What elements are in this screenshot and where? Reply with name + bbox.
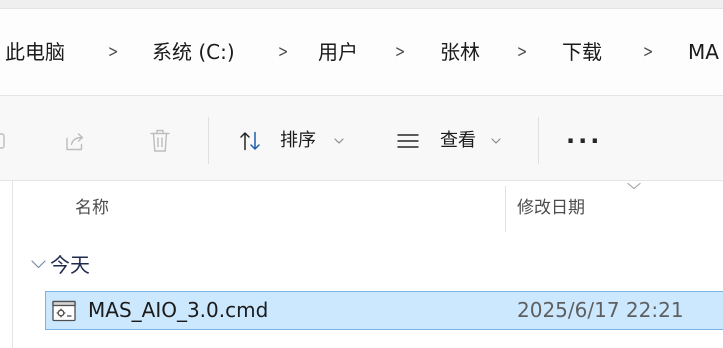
- file-name: MAS_AIO_3.0.cmd: [88, 298, 269, 322]
- command-bar-divider: [208, 117, 209, 164]
- file-row-selected[interactable]: MAS_AIO_3.0.cmd 2025/6/17 22:21: [45, 291, 723, 330]
- sort-label: 排序: [280, 130, 316, 151]
- column-header-row: 名称 修改日期: [13, 181, 723, 233]
- column-header-modified-label: 修改日期: [517, 198, 585, 218]
- share-icon: [66, 133, 84, 151]
- breadcrumb-item-this-pc[interactable]: 此电脑: [5, 38, 65, 66]
- more-icon: ···: [566, 127, 603, 155]
- file-explorer: 此电脑 > 系统 (C:) > 用户 > 张林 > 下载 > MA 排序 查看 …: [0, 0, 723, 348]
- group-label: 今天: [50, 253, 90, 277]
- more-options-button[interactable]: ···: [558, 122, 606, 160]
- address-bar[interactable]: 此电脑 > 系统 (C:) > 用户 > 张林 > 下载 > MA: [0, 9, 723, 96]
- cmd-file-icon: [52, 300, 76, 322]
- file-modified-date: 2025/6/17 22:21: [517, 298, 684, 322]
- breadcrumb-separator[interactable]: >: [278, 38, 288, 66]
- command-bar-divider: [538, 117, 539, 164]
- sort-indicator-icon: [627, 182, 641, 190]
- breadcrumb-separator[interactable]: >: [108, 38, 118, 66]
- delete-icon: [150, 129, 170, 152]
- sort-button[interactable]: 排序: [230, 122, 354, 160]
- breadcrumb-separator[interactable]: >: [517, 38, 527, 66]
- breadcrumb-separator[interactable]: >: [643, 38, 653, 66]
- breadcrumb-item-user-folder[interactable]: 张林: [440, 38, 480, 66]
- file-list-pane: 名称 修改日期 今天 MAS_AIO_3.0.cmd 2025/6/17 22:…: [0, 181, 723, 348]
- chevron-down-icon: [334, 138, 344, 144]
- delete-button[interactable]: [141, 122, 179, 160]
- view-label: 查看: [440, 130, 476, 151]
- command-bar: 排序 查看 ···: [0, 96, 723, 181]
- rename-button[interactable]: [0, 122, 5, 160]
- view-icon: [397, 134, 419, 148]
- rename-icon: [0, 133, 5, 149]
- column-header-name[interactable]: 名称: [13, 181, 505, 233]
- column-header-modified[interactable]: 修改日期: [506, 181, 723, 233]
- chevron-down-icon: [491, 138, 501, 144]
- breadcrumb-item-system-drive[interactable]: 系统 (C:): [152, 38, 235, 66]
- sort-icon: [240, 131, 260, 151]
- share-button[interactable]: [56, 122, 94, 160]
- breadcrumb-item-users[interactable]: 用户: [318, 38, 358, 66]
- breadcrumb-item-current-folder[interactable]: MA: [688, 38, 719, 66]
- column-header-name-label: 名称: [75, 198, 109, 218]
- group-header-today[interactable]: 今天: [24, 250, 184, 280]
- breadcrumb-item-downloads[interactable]: 下载: [562, 38, 602, 66]
- view-button[interactable]: 查看: [389, 122, 507, 160]
- breadcrumb-separator[interactable]: >: [395, 38, 405, 66]
- window-top-edge: [0, 0, 723, 9]
- chevron-down-icon: [31, 260, 46, 269]
